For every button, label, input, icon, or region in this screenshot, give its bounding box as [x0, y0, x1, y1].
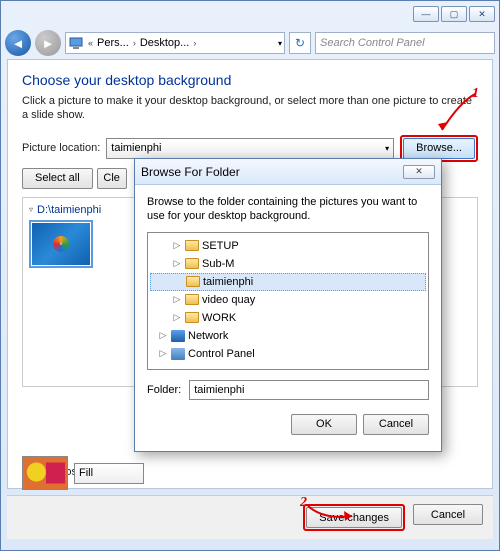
chevron-right-icon: ›	[131, 38, 138, 48]
expander-icon[interactable]: ▷	[158, 348, 168, 359]
folder-icon	[185, 240, 199, 251]
tree-item-control-panel[interactable]: ▷Control Panel	[150, 345, 426, 363]
dialog-close-button[interactable]: ✕	[403, 165, 435, 179]
dialog-titlebar[interactable]: Browse For Folder ✕	[135, 159, 441, 185]
network-icon	[171, 330, 185, 342]
thumbnail-image	[32, 223, 90, 265]
group-header: D:\taimienphi	[37, 204, 101, 216]
annotation-highlight-2: Save changes	[303, 504, 405, 531]
breadcrumb[interactable]: « Pers... › Desktop... › ▾	[65, 32, 285, 54]
expander-icon[interactable]: ▷	[172, 294, 182, 305]
expander-icon[interactable]: ▷	[172, 258, 182, 269]
minimize-button[interactable]: —	[413, 6, 439, 22]
search-input[interactable]: Search Control Panel	[315, 32, 495, 54]
position-preview-icon	[22, 456, 68, 490]
folder-label: Folder:	[147, 384, 181, 396]
folder-input[interactable]	[189, 380, 429, 400]
maximize-button[interactable]: ▢	[441, 6, 467, 22]
wallpaper-thumbnail[interactable]: ✓	[29, 220, 93, 268]
bottom-bar: Save changes Cancel	[7, 495, 493, 539]
annotation-2: 2	[300, 495, 307, 511]
back-button[interactable]: ◄	[5, 30, 31, 56]
clear-all-button[interactable]: Cle	[97, 168, 127, 189]
picture-location-combo[interactable]: taimienphi ▾	[106, 138, 394, 159]
dialog-cancel-button[interactable]: Cancel	[363, 414, 429, 435]
folder-tree[interactable]: ▷SETUP ▷Sub-M taimienphi ▷video quay ▷WO…	[147, 232, 429, 370]
browse-folder-dialog: Browse For Folder ✕ Browse to the folder…	[134, 158, 442, 452]
tree-item[interactable]: ▷SETUP	[150, 237, 426, 255]
folder-icon	[185, 258, 199, 269]
folder-icon	[185, 294, 199, 305]
breadcrumb-dropdown-icon[interactable]: ▾	[278, 39, 282, 48]
window-titlebar: — ▢ ✕	[1, 1, 499, 27]
folder-icon	[186, 276, 200, 287]
folder-icon	[185, 312, 199, 323]
select-all-button[interactable]: Select all	[22, 168, 93, 189]
expander-icon[interactable]: ▷	[172, 240, 182, 251]
breadcrumb-item[interactable]: Desktop...	[140, 37, 190, 49]
refresh-button[interactable]: ↻	[289, 32, 311, 54]
picture-location-label: Picture location:	[22, 142, 100, 154]
chevron-down-icon: ▾	[385, 144, 389, 153]
expander-icon[interactable]: ▷	[172, 312, 182, 323]
chevron-left-icon: «	[86, 38, 95, 48]
search-placeholder: Search Control Panel	[320, 37, 425, 49]
forward-button: ►	[35, 30, 61, 56]
chevron-right-icon: ›	[191, 38, 198, 48]
tree-item-network[interactable]: ▷Network	[150, 327, 426, 345]
breadcrumb-item[interactable]: Pers...	[97, 37, 129, 49]
dialog-title: Browse For Folder	[141, 165, 240, 179]
close-button[interactable]: ✕	[469, 6, 495, 22]
cancel-button[interactable]: Cancel	[413, 504, 483, 525]
tree-item-selected[interactable]: taimienphi	[150, 273, 426, 291]
collapse-icon[interactable]: ▿	[29, 205, 33, 214]
tree-item[interactable]: ▷Sub-M	[150, 255, 426, 273]
browse-button[interactable]: Browse...	[403, 138, 475, 159]
dialog-ok-button[interactable]: OK	[291, 414, 357, 435]
tree-item[interactable]: ▷WORK	[150, 309, 426, 327]
computer-icon	[68, 35, 84, 51]
tree-item[interactable]: ▷video quay	[150, 291, 426, 309]
page-subtext: Click a picture to make it your desktop …	[22, 94, 478, 123]
picture-position-value: Fill	[79, 467, 93, 479]
page-title: Choose your desktop background	[22, 72, 478, 88]
dialog-description: Browse to the folder containing the pict…	[147, 195, 429, 224]
picture-location-value: taimienphi	[111, 142, 161, 154]
control-panel-icon	[171, 348, 185, 360]
picture-position-combo[interactable]: Fill	[74, 463, 144, 484]
expander-icon[interactable]: ▷	[158, 330, 168, 341]
nav-bar: ◄ ► « Pers... › Desktop... › ▾ ↻ Search …	[1, 27, 499, 59]
save-changes-button[interactable]: Save changes	[306, 507, 402, 528]
annotation-1: 1	[472, 86, 479, 102]
